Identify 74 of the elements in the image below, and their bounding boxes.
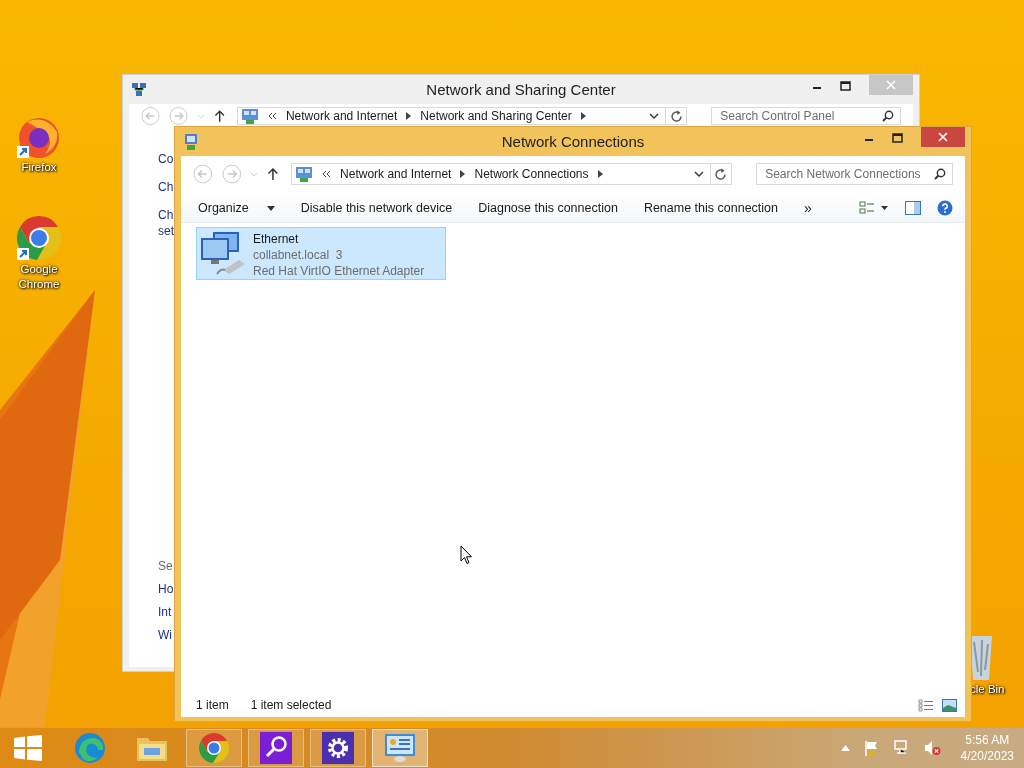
taskbar-app-button[interactable] [372, 729, 428, 767]
task-link[interactable]: Ch [158, 179, 174, 195]
more-commands-button[interactable]: » [795, 196, 821, 220]
details-view-icon[interactable] [918, 698, 934, 712]
address-bar[interactable]: Network and Internet Network and Sharing Center [236, 107, 667, 125]
refresh-icon [714, 167, 728, 181]
item-count: 1 item [196, 698, 229, 712]
refresh-button[interactable] [710, 163, 733, 185]
caret-icon [266, 205, 275, 211]
chevron-icon[interactable] [580, 112, 586, 120]
search-app-icon [260, 732, 292, 764]
chevron-icon[interactable] [406, 112, 412, 120]
close-button[interactable] [921, 127, 965, 147]
view-options-icon[interactable] [859, 201, 889, 215]
network-name: collabnet.local 3 [253, 247, 344, 263]
windows-logo-icon [14, 735, 42, 761]
edge-icon [74, 732, 106, 764]
see-also-link[interactable]: Int [158, 601, 172, 624]
maximize-icon[interactable] [892, 133, 903, 143]
double-chevron-icon[interactable] [322, 170, 332, 178]
section-heading: Se [158, 558, 173, 575]
toolbar-command[interactable]: Diagnose this connection [469, 197, 627, 219]
taskbar-app-button[interactable] [248, 729, 304, 767]
connection-name: Ethernet [253, 231, 300, 247]
breadcrumb-item[interactable]: Network and Internet [340, 167, 452, 181]
tiles-view-icon[interactable] [942, 698, 957, 712]
network-folder-icon [295, 165, 314, 183]
refresh-button[interactable] [666, 107, 688, 125]
control-panel-icon [384, 733, 416, 763]
chrome-icon [198, 732, 230, 764]
dropdown-icon[interactable] [693, 170, 704, 178]
task-link[interactable]: Ch [158, 207, 174, 223]
breadcrumb-item[interactable]: Network and Internet [285, 109, 398, 123]
breadcrumb-item[interactable]: Network and Sharing Center [420, 109, 572, 123]
refresh-icon [669, 109, 683, 123]
window-title: Network and Sharing Center [426, 81, 616, 98]
network-center-icon [131, 81, 147, 98]
shortcut-label[interactable]: cle Bin [970, 682, 1005, 697]
address-bar[interactable]: Network and Internet Network Connections [291, 163, 711, 185]
dropdown-icon[interactable] [649, 112, 660, 120]
settings-icon [322, 732, 354, 764]
muted-speaker-icon[interactable] [923, 740, 941, 756]
see-also-link[interactable]: Wi [158, 624, 172, 647]
network-connections-icon [183, 132, 199, 151]
adapter-name: Red Hat VirtIO Ethernet Adapter [253, 263, 425, 279]
up-arrow-icon[interactable] [267, 167, 280, 181]
close-icon [938, 132, 948, 142]
selection-count: 1 item selected [250, 698, 332, 712]
network-adapter-icon [199, 230, 247, 276]
task-link[interactable]: set [158, 223, 174, 239]
mouse-cursor-icon [460, 545, 473, 565]
search-icon[interactable] [882, 110, 894, 122]
chevron-icon[interactable] [597, 170, 603, 178]
search-icon[interactable] [934, 168, 946, 180]
search-field[interactable]: Search Control Panel [711, 107, 901, 125]
organize-menu[interactable]: Organize [189, 197, 284, 219]
up-arrow-icon[interactable] [213, 109, 225, 123]
preview-pane-icon[interactable] [905, 201, 921, 215]
taskbar-app-button[interactable] [310, 729, 366, 767]
close-icon [886, 80, 896, 90]
window-title: Network Connections [501, 133, 645, 150]
task-link[interactable]: Co [158, 151, 174, 167]
chrome-shortcut-icon[interactable] [15, 214, 63, 262]
network-folder-icon [240, 107, 259, 125]
help-icon[interactable] [937, 200, 953, 216]
breadcrumb-item[interactable]: Network Connections [474, 167, 589, 181]
maximize-icon[interactable] [840, 81, 851, 91]
double-chevron-icon[interactable] [267, 112, 277, 120]
chevron-icon[interactable] [460, 170, 466, 178]
toolbar-command[interactable]: Disable this network device [291, 197, 462, 219]
search-field[interactable]: Search Network Connections [756, 163, 953, 185]
connection-item[interactable]: Ethernet collabnet.local 3 Red Hat VirtIO Ethernet Adapter [196, 227, 446, 280]
toolbar-command[interactable]: Rename this connection [634, 197, 787, 219]
see-also-link[interactable]: Ho [158, 578, 174, 601]
